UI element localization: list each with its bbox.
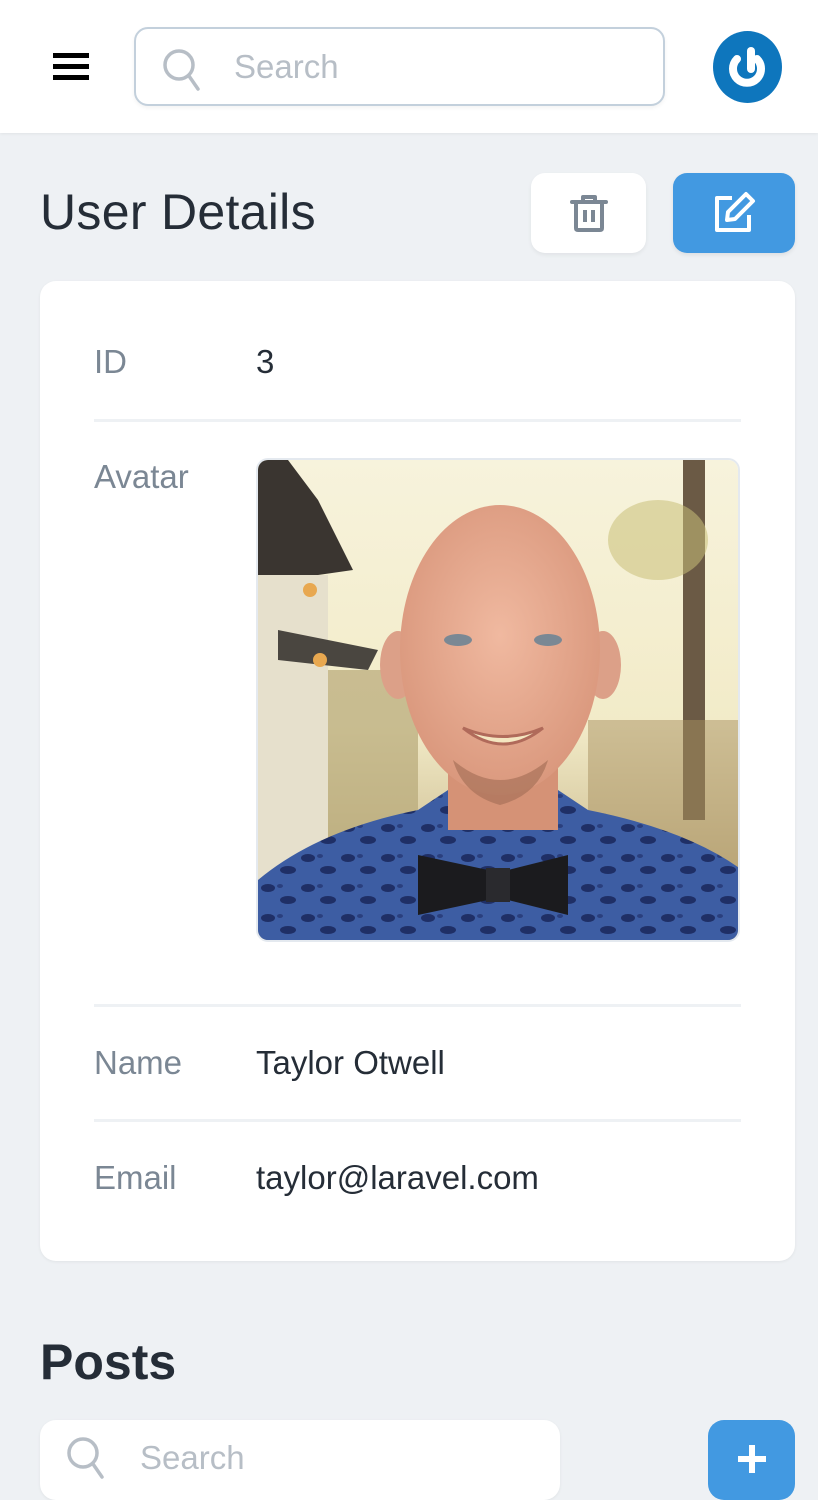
- detail-row-id: ID 3: [94, 343, 741, 383]
- global-search-box: [134, 27, 665, 106]
- hamburger-menu-icon[interactable]: [53, 53, 89, 81]
- name-label: Name: [94, 1044, 183, 1081]
- avatar-photo: [258, 460, 738, 940]
- divider: [94, 1004, 741, 1007]
- name-value: Taylor Otwell: [256, 1044, 445, 1081]
- id-value: 3: [256, 343, 275, 380]
- search-icon: [67, 1437, 104, 1479]
- power-logo-icon[interactable]: [713, 31, 782, 103]
- detail-row-name: Name Taylor Otwell: [94, 1044, 741, 1084]
- edit-icon: [715, 192, 755, 232]
- id-label: ID: [94, 343, 127, 380]
- posts-section-title: Posts: [40, 1334, 177, 1390]
- delete-button[interactable]: [531, 173, 646, 253]
- trash-icon: [569, 195, 608, 232]
- divider: [94, 1119, 741, 1122]
- page-title: User Details: [40, 184, 316, 240]
- detail-row-email: Email taylor@laravel.com: [94, 1159, 741, 1199]
- email-value: taylor@laravel.com: [256, 1159, 539, 1196]
- avatar-label: Avatar: [94, 458, 189, 495]
- posts-search-input[interactable]: [140, 1434, 520, 1482]
- avatar-image: [256, 458, 740, 942]
- global-search-input[interactable]: [234, 43, 634, 91]
- divider: [94, 419, 741, 422]
- posts-search-box: [40, 1420, 560, 1500]
- add-post-button[interactable]: [708, 1420, 795, 1500]
- edit-button[interactable]: [673, 173, 795, 253]
- user-details-card: ID 3 Avatar Name Taylor Otwell Email tay…: [40, 281, 795, 1261]
- search-icon: [163, 49, 200, 91]
- top-navigation-bar: [0, 0, 818, 133]
- email-label: Email: [94, 1159, 177, 1196]
